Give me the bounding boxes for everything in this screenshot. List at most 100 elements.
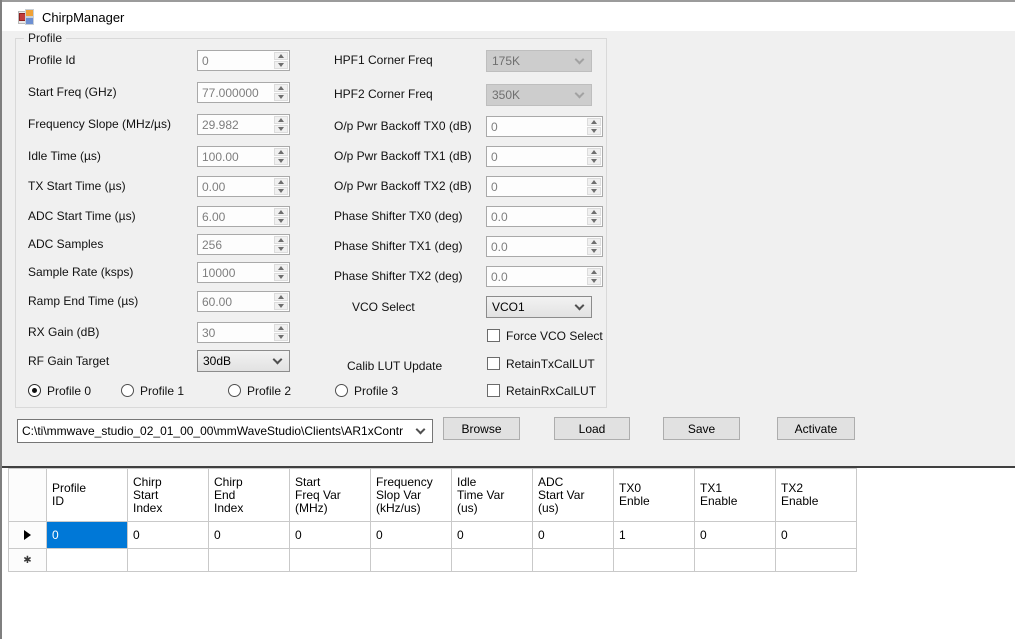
spin-up-icon[interactable]: [274, 84, 288, 92]
spin-up-icon[interactable]: [274, 178, 288, 186]
grid-cell[interactable]: 0: [695, 522, 775, 548]
spin-up-icon[interactable]: [274, 264, 288, 272]
spin-down-icon[interactable]: [274, 273, 288, 281]
spin-down-icon[interactable]: [587, 277, 601, 285]
grid-cell-empty[interactable]: [371, 549, 451, 571]
spin-up-icon[interactable]: [274, 148, 288, 156]
grid-cell[interactable]: 0: [128, 522, 208, 548]
rx-gain-spinner[interactable]: 30: [197, 322, 290, 343]
spin-down-icon[interactable]: [587, 187, 601, 195]
spin-down-icon[interactable]: [274, 217, 288, 225]
grid-header-adc-start-var[interactable]: ADC Start Var (us): [533, 469, 613, 521]
spin-up-icon[interactable]: [587, 178, 601, 186]
force-vco-select-checkbox[interactable]: [487, 329, 500, 342]
spin-up-icon[interactable]: [587, 238, 601, 246]
grid-cell[interactable]: 0: [452, 522, 532, 548]
load-button[interactable]: Load: [554, 417, 630, 440]
spin-down-icon[interactable]: [274, 302, 288, 310]
chevron-down-icon: [272, 354, 283, 364]
sample-rate-spinner[interactable]: 10000: [197, 262, 290, 283]
grid-cell-empty[interactable]: [533, 549, 613, 571]
spin-up-icon[interactable]: [274, 208, 288, 216]
hpf1-corner-freq-combobox[interactable]: 175K: [486, 50, 592, 72]
spin-up-icon[interactable]: [274, 116, 288, 124]
grid-cell-empty[interactable]: [290, 549, 370, 571]
spin-up-icon[interactable]: [587, 268, 601, 276]
profile-1-radio[interactable]: [121, 384, 134, 397]
phase-shifter-tx1-spinner[interactable]: 0.0: [486, 236, 603, 257]
grid-header-start-freq-var[interactable]: Start Freq Var (MHz): [290, 469, 370, 521]
profile-2-radio[interactable]: [228, 384, 241, 397]
grid-cell-empty[interactable]: [614, 549, 694, 571]
spin-down-icon[interactable]: [274, 125, 288, 133]
op-pwr-backoff-tx2-spinner[interactable]: 0: [486, 176, 603, 197]
grid-cell[interactable]: 1: [614, 522, 694, 548]
retain-tx-cal-lut-checkbox[interactable]: [487, 357, 500, 370]
adc-start-time-value: 6.00: [202, 210, 226, 224]
grid-header-tx0-enble[interactable]: TX0 Enble: [614, 469, 694, 521]
grid-cell-selected[interactable]: 0: [47, 522, 127, 548]
spin-up-icon[interactable]: [274, 324, 288, 332]
grid-header-frequency-slop-var[interactable]: Frequency Slop Var (kHz/us): [371, 469, 451, 521]
start-freq-spinner[interactable]: 77.000000: [197, 82, 290, 103]
grid-row-header-current[interactable]: [9, 522, 46, 548]
save-button[interactable]: Save: [663, 417, 740, 440]
grid-header-tx1-enable[interactable]: TX1 Enable: [695, 469, 775, 521]
grid-header-idle-time-var[interactable]: Idle Time Var (us): [452, 469, 532, 521]
grid-cell[interactable]: 0: [209, 522, 289, 548]
op-pwr-backoff-tx0-spinner[interactable]: 0: [486, 116, 603, 137]
file-path-combobox[interactable]: C:\ti\mmwave_studio_02_01_00_00\mmWaveSt…: [17, 419, 433, 443]
grid-cell-empty[interactable]: [452, 549, 532, 571]
grid-cell-empty[interactable]: [47, 549, 127, 571]
profile-id-spinner[interactable]: 0: [197, 50, 290, 71]
grid-cell[interactable]: 0: [371, 522, 451, 548]
grid-header-tx2-enable[interactable]: TX2 Enable: [776, 469, 856, 521]
spin-up-icon[interactable]: [587, 118, 601, 126]
grid-row-header-new[interactable]: ✱: [9, 549, 46, 571]
adc-start-time-spinner[interactable]: 6.00: [197, 206, 290, 227]
grid-cell[interactable]: 0: [533, 522, 613, 548]
phase-shifter-tx2-label: Phase Shifter TX2 (deg): [334, 269, 463, 283]
retain-rx-cal-lut-checkbox[interactable]: [487, 384, 500, 397]
activate-button[interactable]: Activate: [777, 417, 855, 440]
phase-shifter-tx2-spinner[interactable]: 0.0: [486, 266, 603, 287]
grid-header-profile-id[interactable]: Profile ID: [47, 469, 127, 521]
grid-cell[interactable]: 0: [290, 522, 370, 548]
spin-down-icon[interactable]: [274, 245, 288, 253]
browse-button[interactable]: Browse: [443, 417, 520, 440]
profile-3-radio[interactable]: [335, 384, 348, 397]
grid-header-chirp-start-index[interactable]: Chirp Start Index: [128, 469, 208, 521]
grid-cell[interactable]: 0: [776, 522, 856, 548]
spin-down-icon[interactable]: [587, 157, 601, 165]
spin-up-icon[interactable]: [587, 148, 601, 156]
ramp-end-time-spinner[interactable]: 60.00: [197, 291, 290, 312]
spin-down-icon[interactable]: [587, 127, 601, 135]
grid-cell-empty[interactable]: [776, 549, 856, 571]
op-pwr-backoff-tx1-spinner[interactable]: 0: [486, 146, 603, 167]
idle-time-spinner[interactable]: 100.00: [197, 146, 290, 167]
spin-down-icon[interactable]: [274, 157, 288, 165]
hpf2-corner-freq-combobox[interactable]: 350K: [486, 84, 592, 106]
frequency-slope-spinner[interactable]: 29.982: [197, 114, 290, 135]
spin-down-icon[interactable]: [274, 187, 288, 195]
spin-down-icon[interactable]: [587, 217, 601, 225]
grid-header-chirp-end-index[interactable]: Chirp End Index: [209, 469, 289, 521]
spin-up-icon[interactable]: [274, 52, 288, 60]
spin-up-icon[interactable]: [274, 236, 288, 244]
adc-samples-spinner[interactable]: 256: [197, 234, 290, 255]
tx-start-time-spinner[interactable]: 0.00: [197, 176, 290, 197]
spin-down-icon[interactable]: [274, 333, 288, 341]
spin-down-icon[interactable]: [587, 247, 601, 255]
grid-cell-empty[interactable]: [695, 549, 775, 571]
rf-gain-target-combobox[interactable]: 30dB: [197, 350, 290, 372]
spin-down-icon[interactable]: [274, 61, 288, 69]
grid-cell-empty[interactable]: [209, 549, 289, 571]
spin-up-icon[interactable]: [274, 293, 288, 301]
phase-shifter-tx0-spinner[interactable]: 0.0: [486, 206, 603, 227]
grid-cell-empty[interactable]: [128, 549, 208, 571]
spin-up-icon[interactable]: [587, 208, 601, 216]
vco-select-combobox[interactable]: VCO1: [486, 296, 592, 318]
spin-down-icon[interactable]: [274, 93, 288, 101]
force-vco-select-label: Force VCO Select: [506, 329, 603, 343]
profile-0-radio[interactable]: [28, 384, 41, 397]
